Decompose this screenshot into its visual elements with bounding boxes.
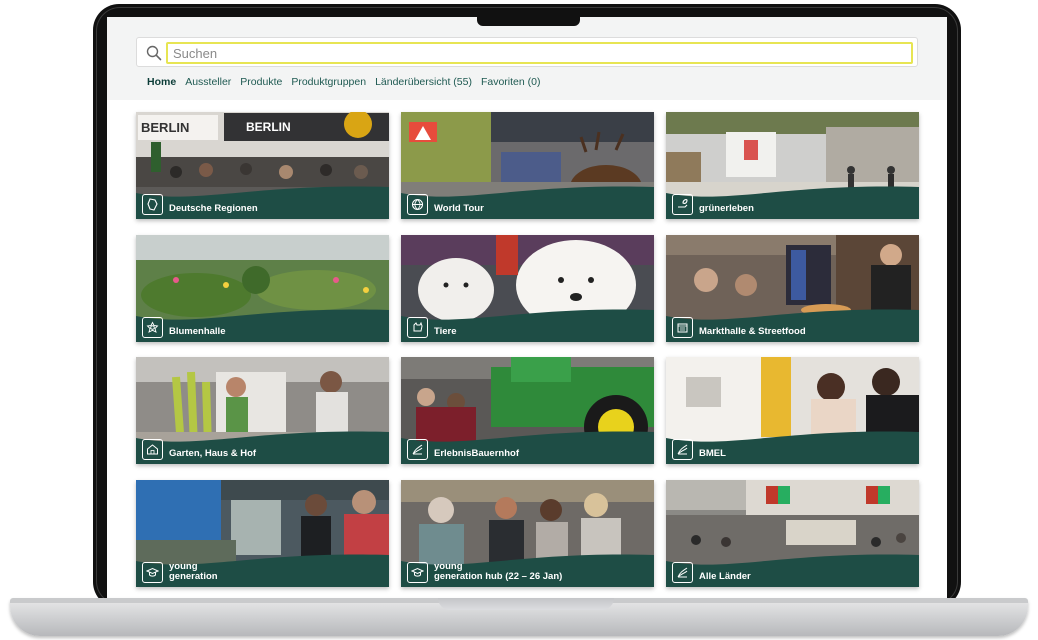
tile-young-generation[interactable]: young generation — [136, 480, 389, 587]
market-stall-icon — [672, 317, 693, 338]
tile-label: Alle Länder — [699, 571, 751, 582]
nav-home[interactable]: Home — [147, 76, 176, 88]
graduation-cap-icon — [407, 562, 428, 583]
screen: Home Aussteller Produkte Produktgruppen … — [107, 17, 947, 599]
svg-text:BERLIN: BERLIN — [141, 120, 189, 135]
nav-laenderuebersicht[interactable]: Länderübersicht (55) — [375, 76, 472, 88]
animal-icon — [407, 317, 428, 338]
tile-blumenhalle[interactable]: Blumenhalle — [136, 235, 389, 342]
tile-label-line2: generation hub (22 – 26 Jan) — [434, 571, 563, 582]
farm-icon — [407, 439, 428, 460]
tile-gruenerleben[interactable]: grünerleben — [666, 112, 919, 219]
svg-text:BERLIN: BERLIN — [246, 120, 291, 134]
tile-label: young generation hub (22 – 26 Jan) — [434, 562, 562, 582]
laptop-thumb-notch — [438, 598, 614, 610]
nav-favoriten[interactable]: Favoriten (0) — [481, 76, 541, 88]
globe-icon — [407, 194, 428, 215]
header: Home Aussteller Produkte Produktgruppen … — [107, 17, 947, 100]
tile-garten-haus-hof[interactable]: Garten, Haus & Hof — [136, 357, 389, 464]
tile-label: Markthalle & Streetfood — [699, 326, 806, 337]
tile-label: World Tour — [434, 203, 484, 214]
flower-icon — [142, 317, 163, 338]
graduation-cap-icon — [142, 562, 163, 583]
tile-label: grünerleben — [699, 203, 754, 214]
tile-erlebnisbauernhof[interactable]: ErlebnisBauernhof — [401, 357, 654, 464]
nav-produktgruppen[interactable]: Produktgruppen — [291, 76, 366, 88]
main-nav: Home Aussteller Produkte Produktgruppen … — [147, 76, 540, 88]
tile-alle-laender[interactable]: Alle Länder — [666, 480, 919, 587]
house-icon — [142, 439, 163, 460]
search-icon[interactable] — [145, 44, 163, 62]
tile-markthalle-streetfood[interactable]: Markthalle & Streetfood — [666, 235, 919, 342]
tile-label: ErlebnisBauernhof — [434, 448, 519, 459]
tile-label: Deutsche Regionen — [169, 203, 258, 214]
tile-bmel[interactable]: BMEL — [666, 357, 919, 464]
camera-notch — [477, 12, 580, 26]
tile-deutsche-regionen[interactable]: BERLIN BERLIN Deutsche Regionen — [136, 112, 389, 219]
tile-label: BMEL — [699, 448, 726, 459]
tile-label: Tiere — [434, 326, 457, 337]
hand-leaf-icon — [672, 194, 693, 215]
tile-label-line2: generation — [169, 571, 218, 582]
tile-world-tour[interactable]: World Tour — [401, 112, 654, 219]
search-input[interactable] — [166, 42, 913, 64]
ministry-icon — [672, 439, 693, 460]
flag-icon — [672, 562, 693, 583]
nav-produkte[interactable]: Produkte — [240, 76, 282, 88]
tile-label: Blumenhalle — [169, 326, 226, 337]
tile-label: Garten, Haus & Hof — [169, 448, 257, 459]
nav-aussteller[interactable]: Aussteller — [185, 76, 231, 88]
tile-label: young generation — [169, 562, 218, 582]
search-bar — [136, 37, 918, 67]
tile-tiere[interactable]: Tiere — [401, 235, 654, 342]
regions-icon — [142, 194, 163, 215]
tile-young-generation-hub[interactable]: young generation hub (22 – 26 Jan) — [401, 480, 654, 587]
